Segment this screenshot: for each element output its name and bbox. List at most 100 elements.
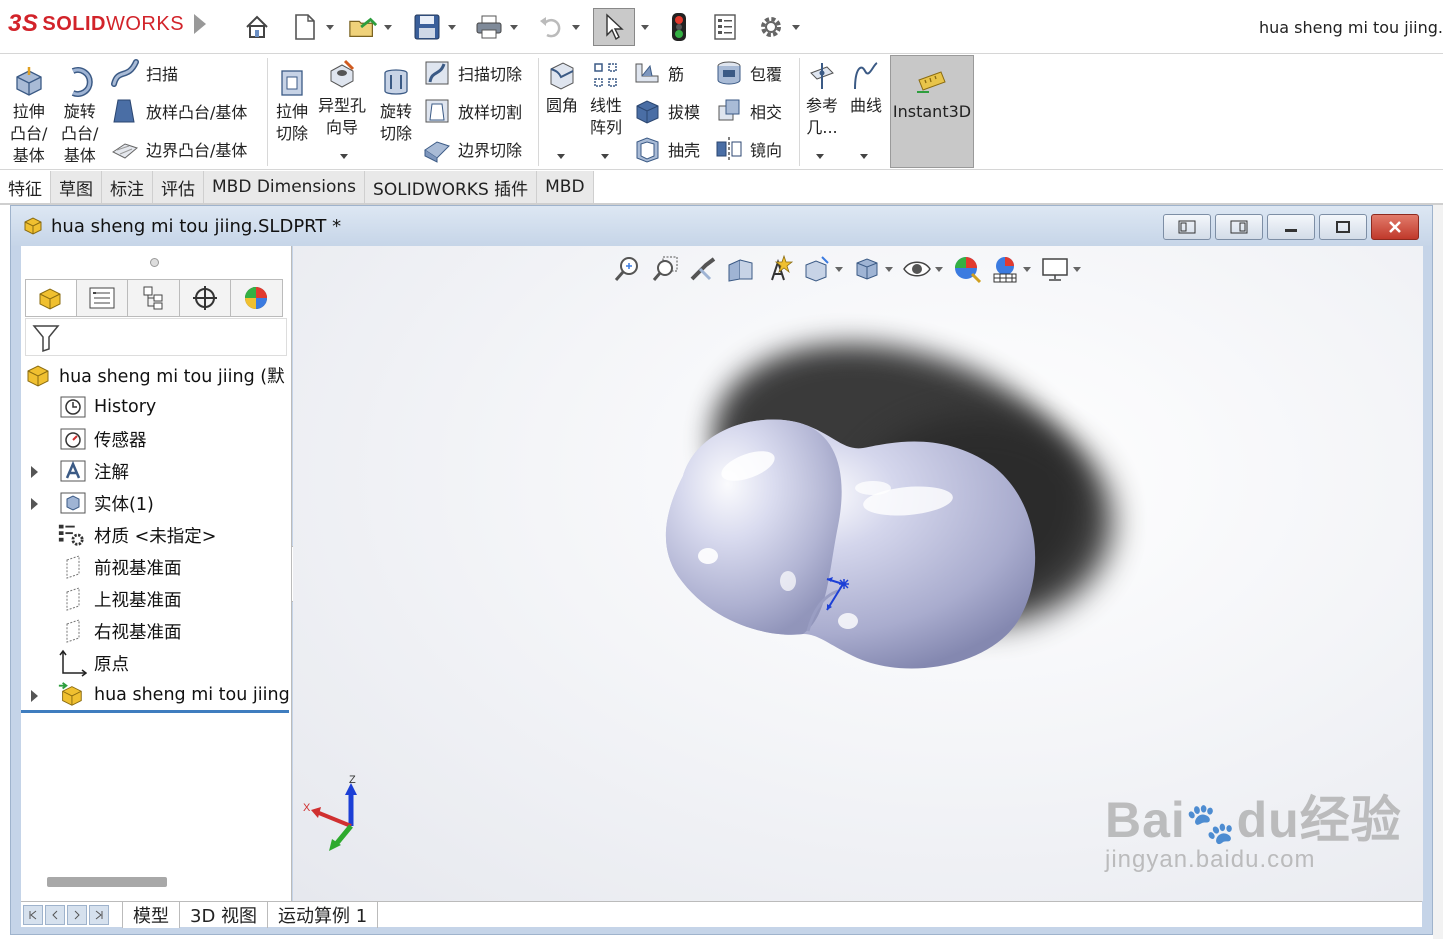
minimize-button[interactable] (1267, 214, 1315, 240)
tile-right-button[interactable] (1215, 214, 1263, 240)
expand-arrow-icon[interactable] (31, 690, 38, 702)
tab-markup[interactable]: 标注 (102, 171, 153, 203)
view-settings-button[interactable] (1039, 253, 1071, 285)
previous-tab-button[interactable] (45, 904, 65, 925)
wrap-button[interactable]: 包覆 (714, 58, 782, 88)
options-button[interactable] (756, 8, 800, 46)
tree-item-material[interactable]: 材质 <未指定> (21, 519, 292, 551)
undo-button[interactable] (536, 8, 580, 46)
tree-item-imported-feature[interactable]: hua sheng mi tou jiing (21, 679, 292, 711)
revolve-boss-button[interactable]: 旋转 凸台/ 基体 (61, 64, 98, 167)
boundary-boss-button[interactable]: 边界凸台/基体 (110, 134, 247, 164)
select-tool-button[interactable] (593, 8, 635, 46)
tree-rollback-bar[interactable] (21, 710, 289, 713)
tab-sketch[interactable]: 草图 (51, 171, 102, 203)
tab-display-manager[interactable] (230, 280, 282, 316)
tab-feature-manager[interactable] (26, 280, 78, 316)
linear-pattern-button[interactable]: 线性 阵列 (588, 58, 624, 139)
chevron-down-icon[interactable] (935, 266, 943, 272)
extrude-cut-button[interactable]: 拉伸 切除 (274, 64, 310, 145)
instant3d-toggle[interactable]: Instant3D (890, 55, 974, 168)
curves-button[interactable]: 曲线 (848, 58, 884, 117)
previous-view-button[interactable] (687, 253, 719, 285)
boundary-cut-button[interactable]: 边界切除 (422, 134, 522, 164)
reference-geometry-button[interactable]: 参考 几... (804, 58, 840, 139)
expand-arrow-icon[interactable] (31, 498, 38, 510)
first-tab-button[interactable] (23, 904, 43, 925)
tile-left-button[interactable] (1163, 214, 1211, 240)
expand-arrow-icon[interactable] (31, 466, 38, 478)
menu-expand-arrow-icon[interactable] (194, 14, 206, 34)
chevron-down-icon[interactable] (601, 154, 609, 159)
loft-boss-button[interactable]: 放样凸台/基体 (110, 96, 247, 126)
tree-item-history[interactable]: History (21, 391, 292, 423)
dynamic-annotation-button[interactable] (763, 253, 795, 285)
file-properties-button[interactable] (710, 8, 740, 46)
tree-item-front-plane[interactable]: 前视基准面 (21, 551, 292, 583)
tab-configuration-manager[interactable] (128, 280, 180, 316)
chevron-down-icon[interactable] (860, 154, 868, 159)
chevron-down-icon[interactable] (641, 24, 649, 30)
hole-wizard-button[interactable]: 异型孔 向导 (318, 58, 366, 139)
draft-button[interactable]: 拔模 (632, 96, 700, 126)
sweep-button[interactable]: 扫描 (110, 58, 178, 88)
select-dropdown[interactable] (636, 8, 654, 46)
chevron-down-icon[interactable] (572, 24, 580, 30)
rib-button[interactable]: 筋 (632, 58, 684, 88)
next-tab-button[interactable] (67, 904, 87, 925)
chevron-down-icon[interactable] (816, 154, 824, 159)
tab-mbd[interactable]: MBD (537, 171, 594, 203)
hide-show-items-button[interactable] (901, 253, 933, 285)
tab-evaluate[interactable]: 评估 (153, 171, 204, 203)
chevron-down-icon[interactable] (885, 266, 893, 272)
home-button[interactable] (242, 8, 272, 46)
reference-triad[interactable]: Z X (301, 771, 371, 865)
chevron-down-icon[interactable] (340, 154, 348, 159)
tab-dimxpert-manager[interactable] (179, 280, 231, 316)
tree-item-right-plane[interactable]: 右视基准面 (21, 615, 292, 647)
solidworks-logo[interactable]: 3S SOLID WORKS (8, 10, 184, 38)
revolve-cut-button[interactable]: 旋转 切除 (378, 64, 414, 145)
new-document-button[interactable] (290, 8, 334, 46)
panel-grip[interactable] (150, 258, 159, 267)
tree-item-origin[interactable]: 原点 (21, 647, 292, 679)
mirror-button[interactable]: 镜向 (714, 134, 782, 164)
chevron-down-icon[interactable] (384, 24, 392, 30)
chevron-down-icon[interactable] (557, 154, 565, 159)
chevron-down-icon[interactable] (792, 24, 800, 30)
horizontal-scrollbar[interactable] (47, 877, 167, 887)
tree-filter[interactable] (25, 318, 287, 356)
zoom-to-fit-button[interactable] (611, 253, 643, 285)
save-button[interactable] (412, 8, 456, 46)
tree-root-part[interactable]: hua sheng mi tou jiing (默 (21, 359, 292, 391)
shell-button[interactable]: 抽壳 (632, 134, 700, 164)
tab-mbd-dimensions[interactable]: MBD Dimensions (204, 171, 366, 203)
display-style-button[interactable] (851, 253, 883, 285)
maximize-button[interactable] (1319, 214, 1367, 240)
view-orientation-button[interactable] (801, 253, 833, 285)
section-view-button[interactable] (725, 253, 757, 285)
fillet-button[interactable]: 圆角 (544, 58, 580, 117)
chevron-down-icon[interactable] (510, 24, 518, 30)
extrude-boss-button[interactable]: 拉伸 凸台/ 基体 (10, 64, 47, 167)
tree-item-sensors[interactable]: 传感器 (21, 423, 292, 455)
tab-solidworks-addins[interactable]: SOLIDWORKS 插件 (365, 171, 538, 203)
edit-appearance-button[interactable] (951, 253, 983, 285)
tree-item-annotations[interactable]: 注解 (21, 455, 292, 487)
apply-scene-button[interactable] (989, 253, 1021, 285)
tab-3d-views[interactable]: 3D 视图 (179, 901, 269, 928)
rebuild-button[interactable] (664, 8, 694, 46)
zoom-to-area-button[interactable] (649, 253, 681, 285)
document-title-bar[interactable]: hua sheng mi tou jiing.SLDPRT * (11, 206, 1432, 246)
chevron-down-icon[interactable] (326, 24, 334, 30)
intersect-button[interactable]: 相交 (714, 96, 782, 126)
tab-model[interactable]: 模型 (122, 901, 180, 928)
close-button[interactable] (1371, 214, 1419, 240)
tree-item-top-plane[interactable]: 上视基准面 (21, 583, 292, 615)
open-document-button[interactable] (348, 8, 392, 46)
tab-motion-study-1[interactable]: 运动算例 1 (267, 901, 379, 928)
tab-property-manager[interactable] (77, 280, 129, 316)
chevron-down-icon[interactable] (1073, 266, 1081, 272)
swept-cut-button[interactable]: 扫描切除 (422, 58, 522, 88)
tree-item-solid-bodies[interactable]: 实体(1) (21, 487, 292, 519)
